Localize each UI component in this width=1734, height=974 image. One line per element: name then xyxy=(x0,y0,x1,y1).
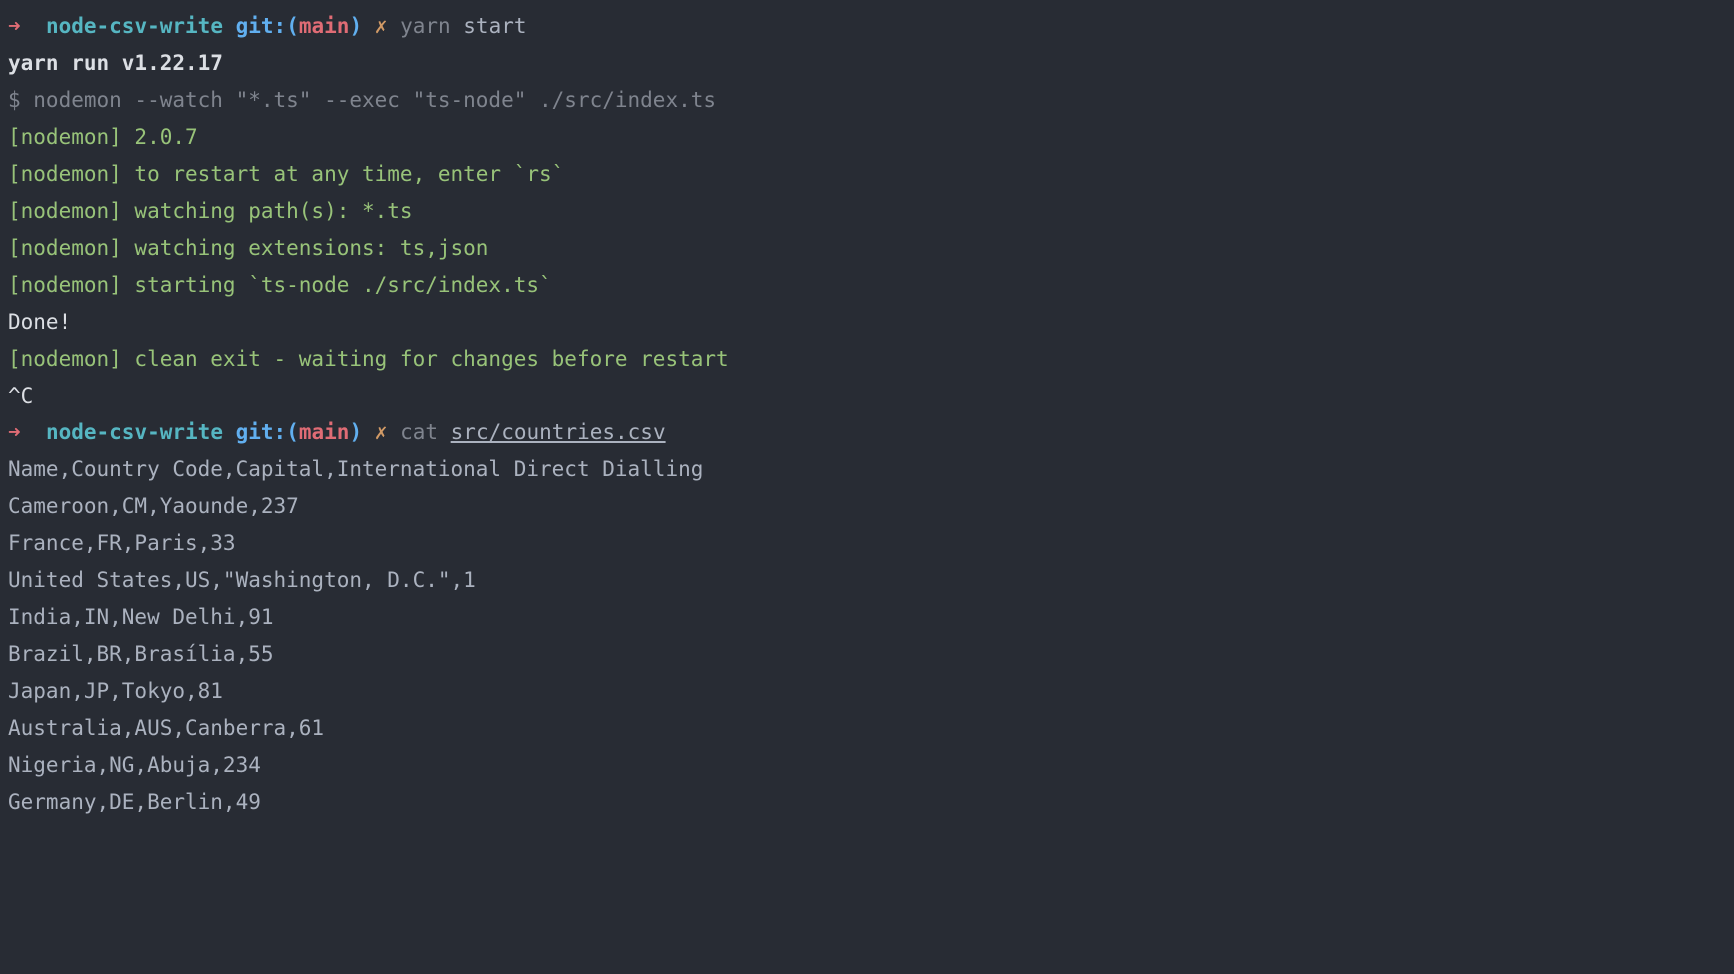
csv-line: France,FR,Paris,33 xyxy=(8,525,1726,562)
prompt-directory: node-csv-write xyxy=(46,14,223,38)
prompt-directory: node-csv-write xyxy=(46,420,223,444)
prompt-line-2: ➜ node-csv-write git:(main) ✗ cat src/co… xyxy=(8,414,1726,451)
prompt-arrow-icon: ➜ xyxy=(8,14,21,38)
prompt-line-1: ➜ node-csv-write git:(main) ✗ yarn start xyxy=(8,8,1726,45)
csv-line: Germany,DE,Berlin,49 xyxy=(8,784,1726,821)
csv-line: Name,Country Code,Capital,International … xyxy=(8,451,1726,488)
git-paren-close: ) xyxy=(349,14,362,38)
nodemon-exit-line: [nodemon] clean exit - waiting for chang… xyxy=(8,341,1726,378)
nodemon-line: [nodemon] to restart at any time, enter … xyxy=(8,156,1726,193)
git-paren-open: ( xyxy=(286,14,299,38)
git-label: git: xyxy=(236,14,287,38)
csv-line: India,IN,New Delhi,91 xyxy=(8,599,1726,636)
nodemon-line: [nodemon] 2.0.7 xyxy=(8,119,1726,156)
csv-line: Australia,AUS,Canberra,61 xyxy=(8,710,1726,747)
command-space xyxy=(438,420,451,444)
git-paren-open: ( xyxy=(286,420,299,444)
nodemon-exec-line: $ nodemon --watch "*.ts" --exec "ts-node… xyxy=(8,82,1726,119)
command-file-arg: src/countries.csv xyxy=(451,420,666,444)
prompt-arrow-icon: ➜ xyxy=(8,420,21,444)
nodemon-line: [nodemon] watching extensions: ts,json xyxy=(8,230,1726,267)
git-dirty-icon: ✗ xyxy=(375,420,388,444)
csv-line: United States,US,"Washington, D.C.",1 xyxy=(8,562,1726,599)
csv-line: Cameroon,CM,Yaounde,237 xyxy=(8,488,1726,525)
git-label: git: xyxy=(236,420,287,444)
nodemon-line: [nodemon] starting `ts-node ./src/index.… xyxy=(8,267,1726,304)
csv-line: Brazil,BR,Brasília,55 xyxy=(8,636,1726,673)
terminal-output[interactable]: ➜ node-csv-write git:(main) ✗ yarn start… xyxy=(8,8,1726,821)
git-dirty-icon: ✗ xyxy=(375,14,388,38)
command-head: cat xyxy=(400,420,438,444)
done-line: Done! xyxy=(8,304,1726,341)
command-args: start xyxy=(451,14,527,38)
csv-line: Nigeria,NG,Abuja,234 xyxy=(8,747,1726,784)
command-head: yarn xyxy=(400,14,451,38)
git-branch: main xyxy=(299,420,350,444)
yarn-version-line: yarn run v1.22.17 xyxy=(8,45,1726,82)
git-paren-close: ) xyxy=(349,420,362,444)
nodemon-line: [nodemon] watching path(s): *.ts xyxy=(8,193,1726,230)
git-branch: main xyxy=(299,14,350,38)
csv-line: Japan,JP,Tokyo,81 xyxy=(8,673,1726,710)
interrupt-line: ^C xyxy=(8,378,1726,415)
